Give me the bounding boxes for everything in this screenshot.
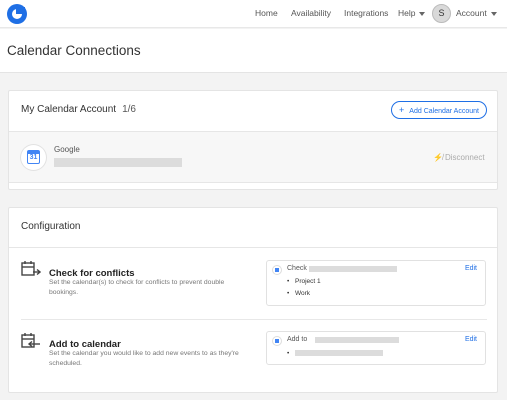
nav-availability-link[interactable]: Availability xyxy=(291,8,331,18)
avatar[interactable]: S xyxy=(432,4,451,23)
disconnect-label: Disconnect xyxy=(444,153,485,162)
add-calendar-list xyxy=(287,348,383,360)
add-to-calendar-description: Set the calendar you would like to add n… xyxy=(49,350,239,367)
add-calendar-account-label: Add Calendar Account xyxy=(409,108,479,115)
calendar-badge-icon xyxy=(273,266,281,274)
page-header: Calendar Connections xyxy=(0,29,507,73)
nav-account-menu[interactable]: Account xyxy=(456,8,497,18)
calendar-account-row: 31 Google ⚡̸ Disconnect xyxy=(9,131,497,183)
calendar-icon-day: 31 xyxy=(29,154,38,161)
plus-icon: + xyxy=(399,105,405,115)
google-calendar-icon: 31 xyxy=(21,145,46,170)
configuration-card: Configuration Check for conflicts Set th… xyxy=(8,207,498,393)
add-to-calendar-summary: Add to Edit xyxy=(266,331,486,365)
help-label: Help xyxy=(398,8,416,18)
disconnect-button[interactable]: ⚡̸ Disconnect xyxy=(433,153,485,162)
nav-help-menu[interactable]: Help xyxy=(398,8,426,18)
calendar-account-title: My Calendar Account xyxy=(21,104,117,115)
edit-conflicts-link[interactable]: Edit xyxy=(465,265,477,272)
page-title: Calendar Connections xyxy=(7,43,141,58)
list-item: Work xyxy=(287,288,321,300)
calendar-check-icon xyxy=(21,261,41,276)
check-label: Check xyxy=(287,265,307,272)
redacted-account-email xyxy=(54,158,182,167)
add-to-label: Add to xyxy=(287,336,308,343)
divider xyxy=(9,247,497,248)
nav-integrations-link[interactable]: Integrations xyxy=(344,8,388,18)
chevron-down-icon xyxy=(490,11,497,16)
divider xyxy=(21,319,487,320)
calendar-account-heading: My Calendar Account 1/6 xyxy=(21,104,136,115)
redacted-calendar-name xyxy=(315,337,399,343)
calendar-badge-icon xyxy=(273,337,281,345)
redacted-calendar-name xyxy=(309,266,397,272)
top-nav: Home Availability Integrations Help S Ac… xyxy=(0,0,507,28)
check-conflicts-description: Set the calendar(s) to check for conflic… xyxy=(49,279,225,296)
edit-add-calendar-link[interactable]: Edit xyxy=(465,336,477,343)
chevron-down-icon xyxy=(419,11,426,16)
add-calendar-account-button[interactable]: + Add Calendar Account xyxy=(391,101,487,119)
configuration-title: Configuration xyxy=(21,221,81,232)
account-label: Account xyxy=(456,8,487,18)
calendar-account-card: My Calendar Account 1/6 + Add Calendar Acc… xyxy=(8,90,498,190)
list-item xyxy=(287,348,383,360)
redacted-calendar-name xyxy=(295,350,383,357)
disconnect-icon: ⚡̸ xyxy=(433,153,443,162)
app-logo-icon[interactable] xyxy=(7,4,27,24)
provider-name: Google xyxy=(54,145,80,154)
check-conflicts-summary: Check Edit Project 1 Work xyxy=(266,260,486,306)
nav-home-link[interactable]: Home xyxy=(255,8,278,18)
conflict-calendar-list: Project 1 Work xyxy=(287,276,321,300)
account-count: 1/6 xyxy=(122,104,136,115)
calendar-add-icon xyxy=(21,333,40,348)
list-item: Project 1 xyxy=(287,276,321,288)
